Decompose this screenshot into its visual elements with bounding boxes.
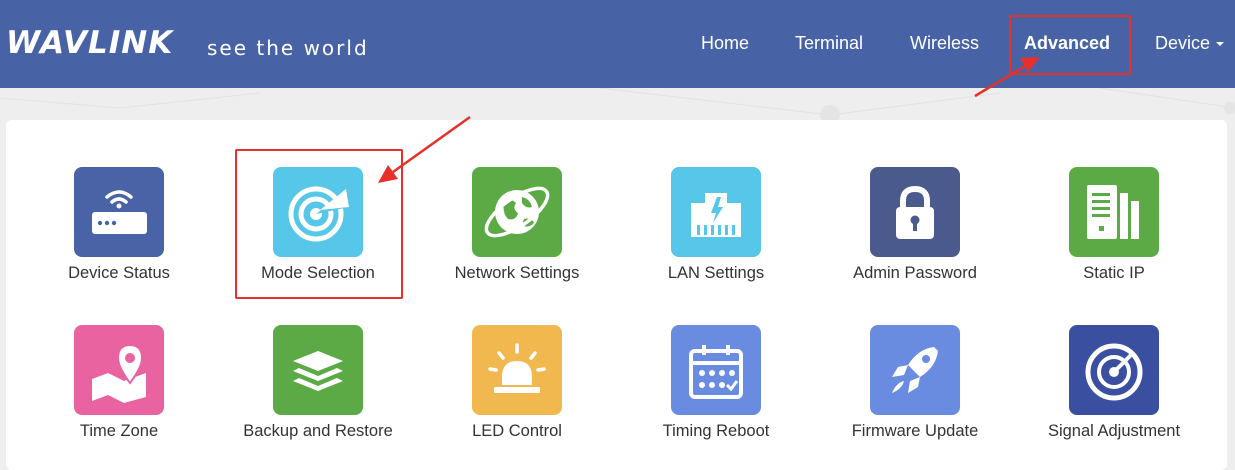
signal-dial-icon [1069,325,1159,415]
nav-device[interactable]: Device [1155,33,1225,54]
tile-timing-reboot[interactable]: Timing Reboot [621,325,811,455]
tile-label: Device Status [68,264,170,282]
tile-time-zone[interactable]: Time Zone [24,325,214,455]
tile-signal-adjustment[interactable]: Signal Adjustment [1019,325,1209,455]
tile-network-settings[interactable]: Network Settings [422,167,612,297]
radar-icon [273,167,363,257]
tile-firmware-update[interactable]: Firmware Update [820,325,1010,455]
server-bars-icon [1069,167,1159,257]
led-siren-icon [472,325,562,415]
chevron-down-icon [1216,42,1225,47]
tile-led-control[interactable]: LED Control [422,325,612,455]
tile-label: Mode Selection [261,264,375,282]
tile-label: Timing Reboot [662,422,770,440]
globe-orbit-icon [472,167,562,257]
ethernet-port-icon [671,167,761,257]
tile-label: Firmware Update [851,422,979,440]
tile-label: Signal Adjustment [1047,422,1181,440]
tile-mode-selection[interactable]: Mode Selection [223,167,413,297]
tile-admin-password[interactable]: Admin Password [820,167,1010,297]
tile-label: Static IP [1083,264,1145,282]
tile-backup-and-restore[interactable]: Backup and Restore [223,325,413,455]
tile-label: LAN Settings [667,264,765,282]
brand-tagline: see the world [207,36,369,60]
tile-label: LED Control [472,422,562,440]
wavlink-logo[interactable]: WAVLINK [6,25,173,61]
nav-home[interactable]: Home [701,33,749,54]
tile-static-ip[interactable]: Static IP [1019,167,1209,297]
tile-label: Network Settings [454,264,580,282]
tile-label: Backup and Restore [243,422,393,440]
top-navigation-bar: WAVLINK see the world Home Terminal Wire… [0,0,1235,88]
padlock-icon [870,167,960,257]
nav-device-label: Device [1155,33,1211,53]
calendar-icon [671,325,761,415]
tile-label: Admin Password [853,264,977,282]
nav-advanced[interactable]: Advanced [1024,33,1110,54]
rocket-icon [870,325,960,415]
layers-icon [273,325,363,415]
map-pin-icon [74,325,164,415]
nav-terminal[interactable]: Terminal [795,33,863,54]
nav-wireless[interactable]: Wireless [910,33,979,54]
tile-label: Time Zone [79,422,159,440]
tile-device-status[interactable]: Device Status [24,167,214,297]
tile-lan-settings[interactable]: LAN Settings [621,167,811,297]
router-wifi-icon [74,167,164,257]
